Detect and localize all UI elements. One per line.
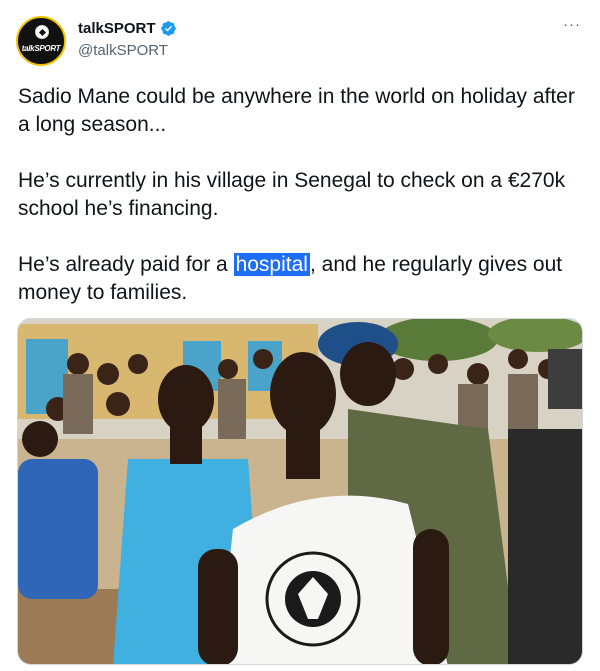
tweet-paragraph: Sadio Mane could be anywhere in the worl… [18,85,575,136]
camera-icon [548,349,582,409]
football-icon [35,25,49,39]
avatar-brand-text: talkSPORT [21,44,61,53]
avatar[interactable]: talkSPORT [16,16,66,66]
tweet-text-segment: He’s already paid for a [18,253,234,276]
highlighted-word: hospital [233,253,310,276]
photo-illustration [18,319,582,664]
tweet-text: Sadio Mane could be anywhere in the worl… [18,83,586,335]
display-name[interactable]: talkSPORT [78,20,156,37]
verified-badge-icon [160,21,176,36]
tweet-paragraph: He’s currently in his village in Senegal… [18,169,566,220]
tweet-card: talkSPORT talkSPORT @talkSPORT ··· Sadio… [0,0,600,671]
account-handle[interactable]: @talkSPORT [78,42,177,59]
more-dots-icon: ··· [563,16,581,33]
account-names: talkSPORT @talkSPORT [78,20,177,59]
tweet-header: talkSPORT talkSPORT @talkSPORT ··· [16,16,584,68]
display-name-row[interactable]: talkSPORT [78,20,177,37]
tweet-photo[interactable] [17,318,583,665]
blue-jersey [18,459,98,599]
tweet-paragraph: He’s already paid for a hospital, and he… [18,251,586,307]
more-options-button[interactable]: ··· [560,17,584,40]
